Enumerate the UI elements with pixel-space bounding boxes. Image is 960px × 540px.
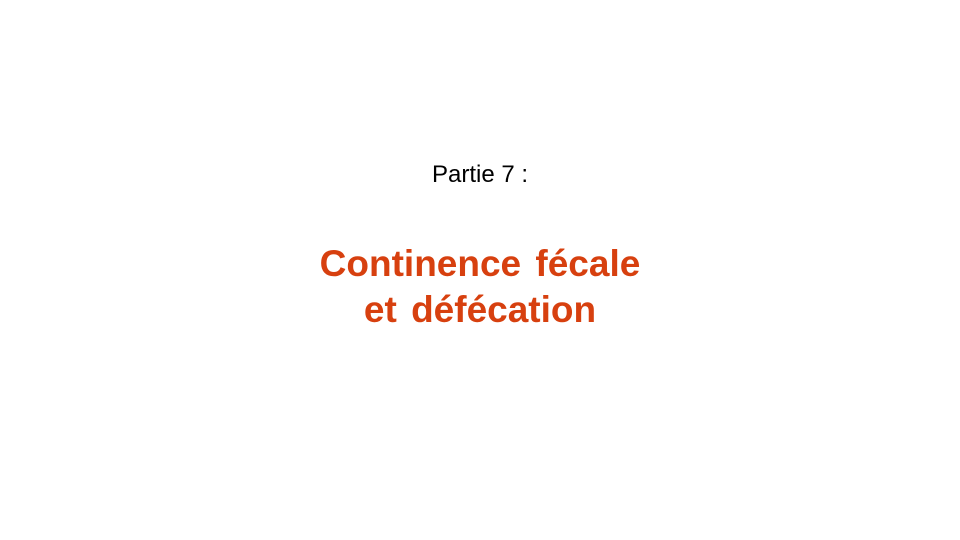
slide: Partie 7 : Continence fécale et défécati… (0, 0, 960, 540)
slide-subtitle: Partie 7 : (431, 161, 529, 188)
slide-title-line-2: et défécation (363, 289, 597, 330)
slide-title-line-1: Continence fécale (319, 243, 641, 284)
slide-title: Continence fécale et défécation (0, 241, 960, 333)
